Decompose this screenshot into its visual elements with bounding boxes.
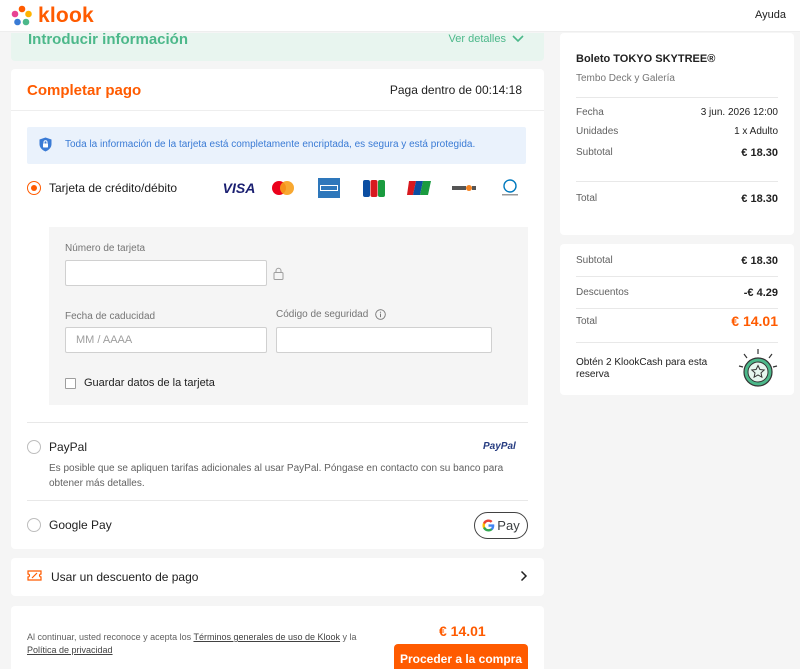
divider [576,308,778,309]
expiry-label: Fecha de caducidad [65,311,156,322]
card-form: Número de tarjeta Fecha de caducidad Cód… [49,227,528,405]
pricing-total-label: Total [576,316,598,327]
pricing-card: Subtotal € 18.30 Descuentos -€ 4.29 Tota… [560,244,794,395]
summary-subtotal-row: Subtotal € 18.30 [576,147,778,159]
pricing-total-value: € 14.01 [731,313,778,329]
view-details-link[interactable]: Ver detalles [449,33,524,45]
pricing-total-row: Total € 14.01 [576,313,778,329]
jcb-icon [362,179,386,197]
product-title: Boleto TOKYO SKYTREE® [576,53,716,65]
security-code-label: Código de seguridad [276,309,369,320]
card-number-label: Número de tarjeta [65,243,146,254]
divider [576,181,778,182]
payment-header: Completar pago Paga dentro de 00:14:18 [11,69,544,111]
payment-card: Completar pago Paga dentro de 00:14:18 T… [11,69,544,549]
card-option-radio[interactable] [27,181,41,195]
google-g-icon [482,519,495,532]
chevron-right-icon [520,570,528,582]
subtotal-value: € 18.30 [741,147,778,159]
secure-notice: Toda la información de la tarjeta está c… [27,127,526,164]
paypal-logo: PayPal [483,441,516,452]
total-value: € 18.30 [741,193,778,205]
discounts-label: Descuentos [576,287,629,298]
divider [27,500,528,501]
paypal-radio[interactable] [27,440,41,454]
date-label: Fecha [576,107,604,118]
paypal-option-label[interactable]: PayPal [49,440,87,454]
total-label: Total [576,193,598,204]
pricing-subtotal-row: Subtotal € 18.30 [576,255,778,267]
amex-icon [317,178,341,198]
google-pay-button-text: Pay [497,518,520,533]
google-pay-option-label[interactable]: Google Pay [49,518,112,532]
logo-text: klook [38,4,94,27]
card-option-label[interactable]: Tarjeta de crédito/débito [49,181,177,195]
units-label: Unidades [576,126,619,137]
google-pay-radio[interactable] [27,518,41,532]
klookcash-medal-icon [738,349,778,387]
pricing-subtotal-label: Subtotal [576,255,613,266]
divider [576,342,778,343]
privacy-link[interactable]: Política de privacidad [27,645,113,655]
subtotal-label: Subtotal [576,147,613,158]
legal-text: Al continuar, usted reconoce y acepta lo… [27,631,387,657]
discover-icon [451,179,477,197]
expiry-input[interactable] [65,327,267,353]
shield-lock-icon [39,137,52,152]
checkout-footer: Al continuar, usted reconoce y acepta lo… [11,606,544,669]
intro-step-title: Introducir información [28,33,189,48]
payment-discount-label: Usar un descuento de pago [51,570,199,584]
terms-link[interactable]: Términos generales de uso de Klook [193,632,340,642]
secure-notice-text: Toda la información de la tarjeta está c… [65,139,476,150]
pricing-subtotal-value: € 18.30 [741,255,778,267]
lock-icon [273,267,284,280]
coupon-icon [27,570,42,581]
payment-title: Completar pago [27,82,142,99]
proceed-button[interactable]: Proceder a la compra [394,644,528,669]
units-value: 1 x Adulto [734,126,778,137]
mastercard-icon [269,179,297,197]
booking-summary-card: Boleto TOKYO SKYTREE® Tembo Deck y Galer… [560,33,794,235]
klookcash-text: Obtén 2 KlookCash para esta reserva [576,357,708,380]
chevron-down-icon [512,35,524,43]
legal-prefix: Al continuar, usted reconoce y acepta lo… [27,632,194,642]
legal-mid: y la [340,632,357,642]
diners-club-icon [497,179,523,197]
summary-units-row: Unidades 1 x Adulto [576,126,778,137]
security-code-input[interactable] [276,327,492,353]
save-card-checkbox[interactable] [65,378,76,389]
pricing-discount-row: Descuentos -€ 4.29 [576,287,778,299]
package-name: Tembo Deck y Galería [576,73,675,84]
summary-date-row: Fecha 3 jun. 2026 12:00 [576,107,778,118]
divider [27,422,528,423]
discounts-value: -€ 4.29 [743,287,778,299]
summary-total-row: Total € 18.30 [576,193,778,205]
date-value: 3 jun. 2026 12:00 [700,107,778,118]
klook-logo[interactable]: klook [10,4,94,28]
info-icon[interactable] [375,309,386,320]
card-number-input[interactable] [65,260,267,286]
save-card-label[interactable]: Guardar datos de la tarjeta [84,377,215,389]
divider [576,97,778,98]
footer-total: € 14.01 [439,623,486,639]
view-details-label: Ver detalles [448,33,506,45]
divider [576,276,778,277]
top-bar: klook Ayuda [0,0,800,32]
visa-icon: VISA [221,179,257,197]
unionpay-icon [406,179,432,197]
help-link[interactable]: Ayuda [755,9,786,21]
paypal-note: Es posible que se apliquen tarifas adici… [49,463,504,489]
visa-text: VISA [222,180,256,196]
klook-logo-icon [11,5,32,26]
google-pay-button[interactable]: Pay [474,512,528,539]
intro-step-card: Introducir información Ver detalles [11,33,544,61]
payment-discount-row[interactable]: Usar un descuento de pago [11,558,544,596]
payment-timer: Paga dentro de 00:14:18 [389,83,522,97]
